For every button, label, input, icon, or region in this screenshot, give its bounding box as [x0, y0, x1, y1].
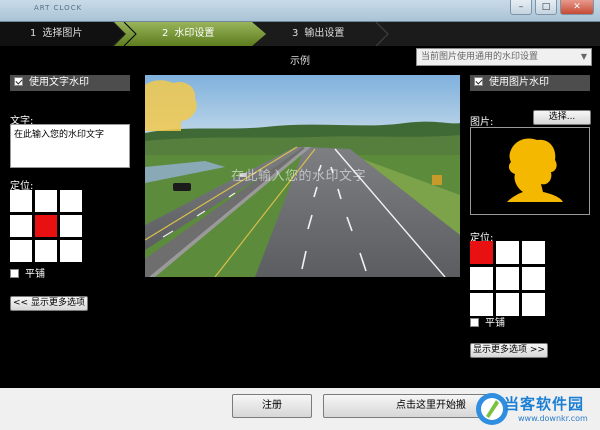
- image-more-options-button[interactable]: 显示更多选项 >>: [470, 343, 548, 358]
- watermark-image-preview: [470, 127, 590, 215]
- image-tile-checkbox[interactable]: [470, 318, 479, 327]
- text-position-cell-4[interactable]: [10, 215, 32, 237]
- image-watermark-toggle[interactable]: 使用图片水印: [470, 75, 590, 91]
- chevron-down-icon: ▼: [580, 52, 587, 61]
- step-1-label: 选择图片: [42, 28, 83, 39]
- preview-image: 在此输入您的水印文字: [145, 75, 460, 277]
- example-label: 示例: [290, 56, 310, 67]
- text-position-cell-2[interactable]: [35, 190, 57, 212]
- text-position-cell-9[interactable]: [60, 240, 82, 262]
- image-label: 图片:: [470, 117, 494, 128]
- text-tile-label: 平铺: [25, 269, 45, 280]
- text-position-cell-5[interactable]: [35, 215, 57, 237]
- preview-watermark-text: 在此输入您的水印文字: [231, 169, 367, 184]
- text-position-cell-7[interactable]: [10, 240, 32, 262]
- text-position-grid: [10, 190, 82, 262]
- image-position-cell-3[interactable]: [522, 241, 545, 264]
- window-controls: – □ ✕: [510, 0, 594, 15]
- image-position-cell-9[interactable]: [522, 293, 545, 316]
- register-button[interactable]: 注册: [232, 394, 312, 418]
- step-3[interactable]: 3 输出设置: [292, 22, 344, 46]
- app-title: ART CLOCK: [34, 4, 83, 12]
- image-tile-label: 平铺: [485, 318, 505, 329]
- choose-image-button[interactable]: 选择...: [533, 110, 591, 125]
- text-watermark-toggle[interactable]: 使用文字水印: [10, 75, 130, 91]
- image-watermark-checkbox[interactable]: [474, 77, 483, 86]
- close-button[interactable]: ✕: [560, 0, 594, 15]
- watermark-text-input[interactable]: 在此输入您的水印文字: [10, 124, 130, 168]
- maximize-button[interactable]: □: [535, 0, 557, 15]
- image-position-cell-1[interactable]: [470, 241, 493, 264]
- text-watermark-checkbox[interactable]: [14, 77, 23, 86]
- start-button[interactable]: 点击这里开始搬: [323, 394, 493, 418]
- text-tile-checkbox[interactable]: [10, 269, 19, 278]
- title-bar: ART CLOCK – □ ✕: [0, 0, 600, 22]
- image-position-cell-6[interactable]: [522, 267, 545, 290]
- step-2-label: 水印设置: [174, 28, 215, 39]
- step-1[interactable]: 1 选择图片: [30, 22, 82, 46]
- minimize-button[interactable]: –: [510, 0, 532, 15]
- image-position-cell-5[interactable]: [496, 267, 519, 290]
- text-more-options-button[interactable]: << 显示更多选项: [10, 296, 88, 311]
- image-position-cell-2[interactable]: [496, 241, 519, 264]
- image-position-cell-8[interactable]: [496, 293, 519, 316]
- image-watermark-label: 使用图片水印: [489, 77, 549, 88]
- image-tile-option[interactable]: 平铺: [470, 314, 505, 329]
- image-position-cell-7[interactable]: [470, 293, 493, 316]
- silhouette-icon: [507, 138, 563, 202]
- text-position-cell-6[interactable]: [60, 215, 82, 237]
- step-3-label: 输出设置: [304, 28, 345, 39]
- text-watermark-label: 使用文字水印: [29, 77, 89, 88]
- step-2[interactable]: 2 水印设置: [162, 22, 214, 46]
- watermark-scope-dropdown[interactable]: 当前图片使用通用的水印设置 ▼: [416, 48, 592, 66]
- image-position-cell-4[interactable]: [470, 267, 493, 290]
- text-position-cell-8[interactable]: [35, 240, 57, 262]
- text-position-cell-1[interactable]: [10, 190, 32, 212]
- text-position-cell-3[interactable]: [60, 190, 82, 212]
- dropdown-value: 当前图片使用通用的水印设置: [421, 52, 539, 62]
- brand-name: 当客软件园: [504, 395, 585, 413]
- image-position-grid: [470, 241, 545, 316]
- brand-url: www.downkr.com: [518, 414, 588, 423]
- text-tile-option[interactable]: 平铺: [10, 265, 45, 280]
- step-bar: 1 选择图片 2 水印设置 3 输出设置: [0, 22, 600, 46]
